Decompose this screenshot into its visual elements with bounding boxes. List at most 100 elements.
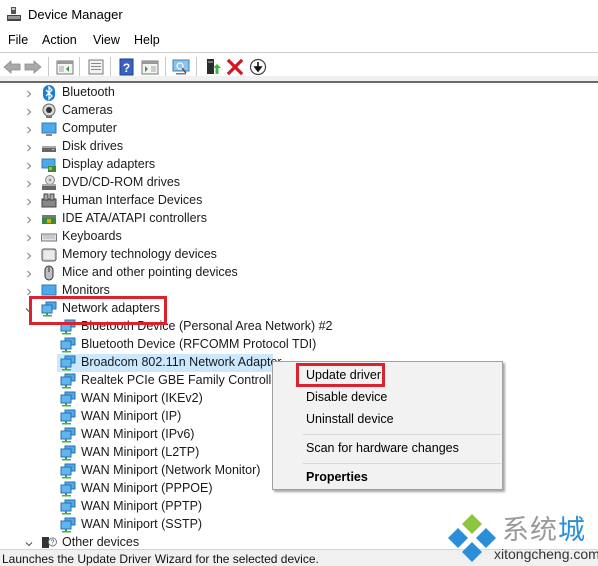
menu-file[interactable]: File	[8, 33, 28, 47]
tree-item-label: Human Interface Devices	[62, 193, 203, 207]
expand-chevron-icon[interactable]	[24, 178, 34, 188]
toolbar-separator	[110, 57, 111, 77]
tree-category-keyboards[interactable]: Keyboards	[0, 228, 598, 246]
svg-text:?: ?	[123, 61, 130, 75]
tree-item-label: WAN Miniport (IKEv2)	[81, 391, 203, 405]
bluetooth-icon	[41, 85, 57, 101]
menu-help[interactable]: Help	[134, 33, 160, 47]
tree-item-label: Cameras	[62, 103, 113, 117]
disable-icon[interactable]	[249, 58, 267, 76]
hid-icon	[41, 193, 57, 209]
expand-chevron-icon[interactable]	[24, 286, 34, 296]
tree-item-label: Display adapters	[62, 157, 156, 171]
watermark-logo-icon	[448, 514, 496, 562]
toolbar-separator	[48, 57, 49, 77]
network-adapter-icon	[60, 481, 76, 497]
status-text: Launches the Update Driver Wizard for th…	[2, 552, 319, 566]
expand-chevron-icon[interactable]	[24, 250, 34, 260]
context-menu: Update driver Disable device Uninstall d…	[272, 361, 503, 490]
tree-category-ide-ata-atapi-controllers[interactable]: IDE ATA/ATAPI controllers	[0, 210, 598, 228]
memory-device-icon	[41, 247, 57, 263]
expand-chevron-icon[interactable]	[24, 142, 34, 152]
menu-scan-hardware[interactable]: Scan for hardware changes	[306, 441, 459, 455]
menu-update-driver[interactable]: Update driver	[306, 368, 381, 382]
tree-item-label: Computer	[62, 121, 117, 135]
uninstall-icon[interactable]	[226, 58, 244, 76]
network-adapter-icon	[60, 337, 76, 353]
menu-uninstall-device[interactable]: Uninstall device	[306, 412, 394, 426]
tree-item-label: Mice and other pointing devices	[62, 265, 238, 279]
tree-item-label: Memory technology devices	[62, 247, 217, 261]
mouse-icon	[41, 265, 57, 281]
computer-icon	[41, 121, 57, 137]
tree-item-label: WAN Miniport (PPTP)	[81, 499, 203, 513]
tree-category-memory-technology-devices[interactable]: Memory technology devices	[0, 246, 598, 264]
disk-drive-icon	[41, 139, 57, 155]
show-hide-action-pane-icon[interactable]	[141, 58, 159, 76]
watermark-url: xitongcheng.com	[494, 546, 598, 562]
help-icon[interactable]: ?	[118, 58, 136, 76]
toolbar-separator	[196, 57, 197, 77]
back-icon[interactable]	[3, 58, 21, 76]
expand-chevron-icon[interactable]	[24, 214, 34, 224]
tree-item-label: Monitors	[62, 283, 110, 297]
network-adapter-icon	[60, 427, 76, 443]
tree-item-label: Other devices	[62, 535, 140, 548]
tree-category-computer[interactable]: Computer	[0, 120, 598, 138]
network-adapter-icon	[60, 373, 76, 389]
network-adapter-icon	[60, 409, 76, 425]
network-adapter-icon	[60, 445, 76, 461]
menu-disable-device[interactable]: Disable device	[306, 390, 387, 404]
tree-device-item[interactable]: Bluetooth Device (RFCOMM Protocol TDI)	[0, 336, 598, 354]
watermark-brand-blue: 城	[558, 515, 586, 546]
expand-chevron-icon[interactable]	[24, 232, 34, 242]
network-adapter-icon	[60, 517, 76, 533]
tree-category-mice-and-other-pointing-devices[interactable]: Mice and other pointing devices	[0, 264, 598, 282]
network-adapter-icon	[60, 499, 76, 515]
watermark: 系统城 xitongcheng.com	[444, 508, 598, 566]
collapse-chevron-icon[interactable]	[24, 538, 34, 548]
tree-item-label: DVD/CD-ROM drives	[62, 175, 181, 189]
menu-separator	[303, 434, 501, 435]
show-hide-console-tree-icon[interactable]	[56, 58, 74, 76]
tree-item-label: WAN Miniport (IP)	[81, 409, 182, 423]
tree-category-human-interface-devices[interactable]: Human Interface Devices	[0, 192, 598, 210]
expand-chevron-icon[interactable]	[24, 196, 34, 206]
expand-chevron-icon[interactable]	[24, 268, 34, 278]
watermark-brand: 系统城	[502, 508, 586, 547]
svg-text:?: ?	[51, 540, 55, 547]
toolbar-separator	[165, 57, 166, 77]
tree-category-dvd-cd-rom-drives[interactable]: DVD/CD-ROM drives	[0, 174, 598, 192]
properties-icon[interactable]	[87, 58, 105, 76]
menu-action[interactable]: Action	[42, 33, 77, 47]
expand-chevron-icon[interactable]	[24, 106, 34, 116]
expand-chevron-icon[interactable]	[24, 88, 34, 98]
tree-item-label: IDE ATA/ATAPI controllers	[62, 211, 207, 225]
tree-category-cameras[interactable]: Cameras	[0, 102, 598, 120]
camera-icon	[41, 103, 57, 119]
menu-properties[interactable]: Properties	[306, 470, 368, 484]
expand-chevron-icon[interactable]	[24, 124, 34, 134]
expand-chevron-icon[interactable]	[24, 160, 34, 170]
network-adapter-icon	[60, 391, 76, 407]
keyboard-icon	[41, 229, 57, 245]
tree-category-bluetooth[interactable]: Bluetooth	[0, 84, 598, 102]
toolbar-separator	[79, 57, 80, 77]
tree-category-disk-drives[interactable]: Disk drives	[0, 138, 598, 156]
update-driver-icon[interactable]	[204, 58, 222, 76]
title-bar: Device Manager	[0, 0, 598, 30]
forward-icon[interactable]	[24, 58, 42, 76]
unknown-device-icon: ?	[41, 535, 57, 548]
tree-item-label: WAN Miniport (IPv6)	[81, 427, 195, 441]
display-adapter-icon	[41, 157, 57, 173]
tree-category-display-adapters[interactable]: Display adapters	[0, 156, 598, 174]
ide-controller-icon	[41, 211, 57, 227]
tree-item-label: Disk drives	[62, 139, 124, 153]
dvd-drive-icon	[41, 175, 57, 191]
menu-view[interactable]: View	[93, 33, 120, 47]
device-manager-icon	[7, 7, 21, 21]
scan-hardware-icon[interactable]	[172, 58, 190, 76]
tree-item-label: WAN Miniport (L2TP)	[81, 445, 200, 459]
tree-item-label: Bluetooth	[62, 85, 115, 99]
tree-item-label: Realtek PCIe GBE Family Controller	[81, 373, 283, 387]
